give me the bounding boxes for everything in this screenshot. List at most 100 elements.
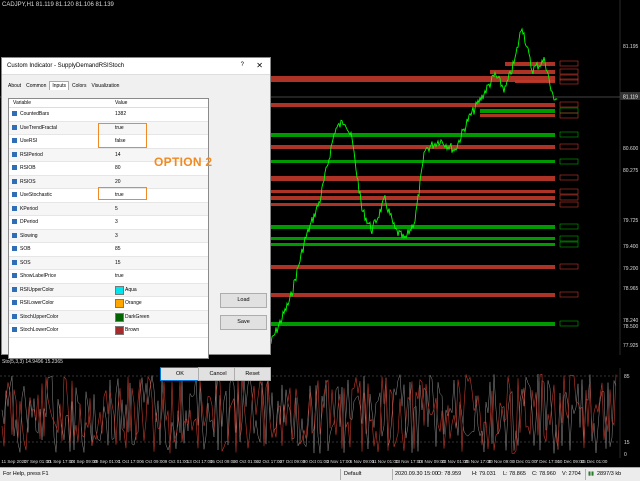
param-value[interactable]: 85 xyxy=(115,246,121,252)
demand-zone-label xyxy=(559,107,579,114)
highlight-box-trend xyxy=(98,123,147,148)
param-value[interactable]: 15 xyxy=(115,260,121,266)
oscillator-info: Sto(5,3,3) 14.9496 15.2365 xyxy=(2,359,63,365)
time-label: 15 Dec 01:00 xyxy=(580,459,608,464)
demand-zone-label xyxy=(559,235,579,242)
cancel-button[interactable]: Cancel xyxy=(198,367,238,381)
time-label: 9 Oct 01:00 xyxy=(164,459,189,464)
tab-inputs[interactable]: Inputs xyxy=(49,81,69,90)
supply-zone-label xyxy=(559,188,579,195)
param-row[interactable]: KPeriod 5 xyxy=(9,202,208,216)
dialog-titlebar[interactable]: Custom Indicator - SupplyDemandRSIStoch … xyxy=(2,58,270,75)
param-row[interactable]: StochUpperColor DarkGreen xyxy=(9,310,208,324)
status-profile[interactable]: Default xyxy=(344,471,361,477)
price-label: 78.965 xyxy=(623,286,639,292)
param-value[interactable]: Aqua xyxy=(125,287,137,293)
param-value[interactable]: DarkGreen xyxy=(125,314,149,320)
param-row[interactable]: DPeriod 3 xyxy=(9,216,208,230)
param-value[interactable]: 14 xyxy=(115,152,121,158)
demand-zone-label xyxy=(559,131,579,138)
status-time: 2020.09.30 15:00 xyxy=(395,471,438,477)
price-label: 78.500 xyxy=(623,324,639,330)
dialog-title: Custom Indicator - SupplyDemandRSIStoch xyxy=(7,63,125,69)
param-name: RSIOS xyxy=(20,178,36,185)
price-label: 79.725 xyxy=(623,218,639,224)
time-label: 3 Dec 01:00 xyxy=(512,459,537,464)
ok-button[interactable]: OK xyxy=(160,367,200,381)
param-value[interactable]: Brown xyxy=(125,327,139,333)
supply-zone-label xyxy=(559,68,579,75)
bool-param-icon xyxy=(12,273,17,278)
time-axis: 11 Sep 2020 17 Sep 01:00 21 Sep 17:00 24 Se… xyxy=(0,459,640,467)
tab-common[interactable]: Common xyxy=(24,82,48,90)
param-row[interactable]: RSIUpperColor Aqua xyxy=(9,283,208,297)
color-swatch[interactable] xyxy=(115,299,124,308)
color-param-icon xyxy=(12,300,17,305)
supply-zone xyxy=(480,114,555,117)
color-swatch[interactable] xyxy=(115,285,124,295)
param-value[interactable]: 80 xyxy=(115,165,121,171)
price-label: 80.275 xyxy=(623,168,639,174)
param-row[interactable]: CountedBars 1382 xyxy=(9,108,208,122)
status-close: C: 78.960 xyxy=(532,471,556,477)
tab-colors[interactable]: Colors xyxy=(70,82,88,90)
color-swatch[interactable] xyxy=(115,312,124,322)
param-value[interactable]: 1382 xyxy=(115,111,126,117)
supply-demand-zones xyxy=(270,60,579,327)
supply-zone xyxy=(270,203,555,206)
tab-visualization[interactable]: Visualization xyxy=(89,82,121,90)
param-row[interactable]: ShowLabelPrice true xyxy=(9,270,208,284)
supply-zone xyxy=(270,190,555,193)
int-param-icon xyxy=(12,219,17,224)
save-button[interactable]: Save xyxy=(220,315,267,330)
bool-param-icon xyxy=(12,138,17,143)
param-name: KPeriod xyxy=(20,205,38,212)
close-icon[interactable]: ✕ xyxy=(256,61,263,70)
column-value: Value xyxy=(115,100,128,106)
int-param-icon xyxy=(12,232,17,238)
supply-zone xyxy=(270,76,555,82)
stochastic-lines xyxy=(1,373,617,454)
time-label: 30 Oct 01:00 xyxy=(302,459,329,464)
param-row[interactable]: StochLowerColor Brown xyxy=(9,324,208,338)
param-value[interactable]: true xyxy=(115,273,124,279)
param-row[interactable]: RSILowerColor Orange xyxy=(9,297,208,311)
option-label: OPTION 2 xyxy=(154,155,213,169)
supply-zone-label xyxy=(559,174,579,181)
supply-zone xyxy=(270,265,555,269)
column-variable: Variable xyxy=(13,100,31,106)
param-value[interactable]: 20 xyxy=(115,179,121,185)
param-name: CountedBars xyxy=(20,111,50,117)
color-param-icon xyxy=(12,286,17,292)
supply-zone-label xyxy=(559,201,579,208)
param-value[interactable]: Orange xyxy=(125,300,142,306)
status-open: O: 78.959 xyxy=(437,471,462,477)
int-param-icon xyxy=(12,111,17,116)
param-value[interactable]: 5 xyxy=(115,206,118,212)
demand-zone-label xyxy=(559,320,579,327)
time-label: 6 Oct 09:00 xyxy=(141,459,165,464)
color-swatch[interactable] xyxy=(115,326,124,335)
param-name: RSIOB xyxy=(20,165,36,171)
param-value[interactable]: 3 xyxy=(115,233,118,239)
highlight-box-stochastic xyxy=(98,187,147,200)
price-label: 78.240 xyxy=(623,318,639,324)
param-row[interactable]: Slowing 3 xyxy=(9,229,208,243)
param-name: UseStochastic xyxy=(20,192,52,198)
supply-zone xyxy=(270,103,555,107)
help-button[interactable]: ? xyxy=(241,62,244,68)
load-button[interactable]: Load xyxy=(220,293,267,308)
reset-button[interactable]: Reset xyxy=(234,367,271,381)
param-row[interactable]: SOB 85 xyxy=(9,243,208,257)
param-row[interactable]: SOS 15 xyxy=(9,256,208,270)
tab-about[interactable]: About xyxy=(6,82,23,90)
supply-zone xyxy=(270,176,555,181)
param-name: RSILowerColor xyxy=(20,300,54,306)
int-param-icon xyxy=(12,178,17,184)
supply-zone-label xyxy=(559,60,579,67)
param-name: UseRSI xyxy=(20,138,38,144)
status-bar: For Help, press F1 Default 2020.09.30 15… xyxy=(0,467,640,481)
param-value[interactable]: 3 xyxy=(115,219,118,225)
stochastic-oscillator-chart[interactable]: 85 15 0 xyxy=(0,368,640,458)
param-name: StochLowerColor xyxy=(20,327,59,333)
